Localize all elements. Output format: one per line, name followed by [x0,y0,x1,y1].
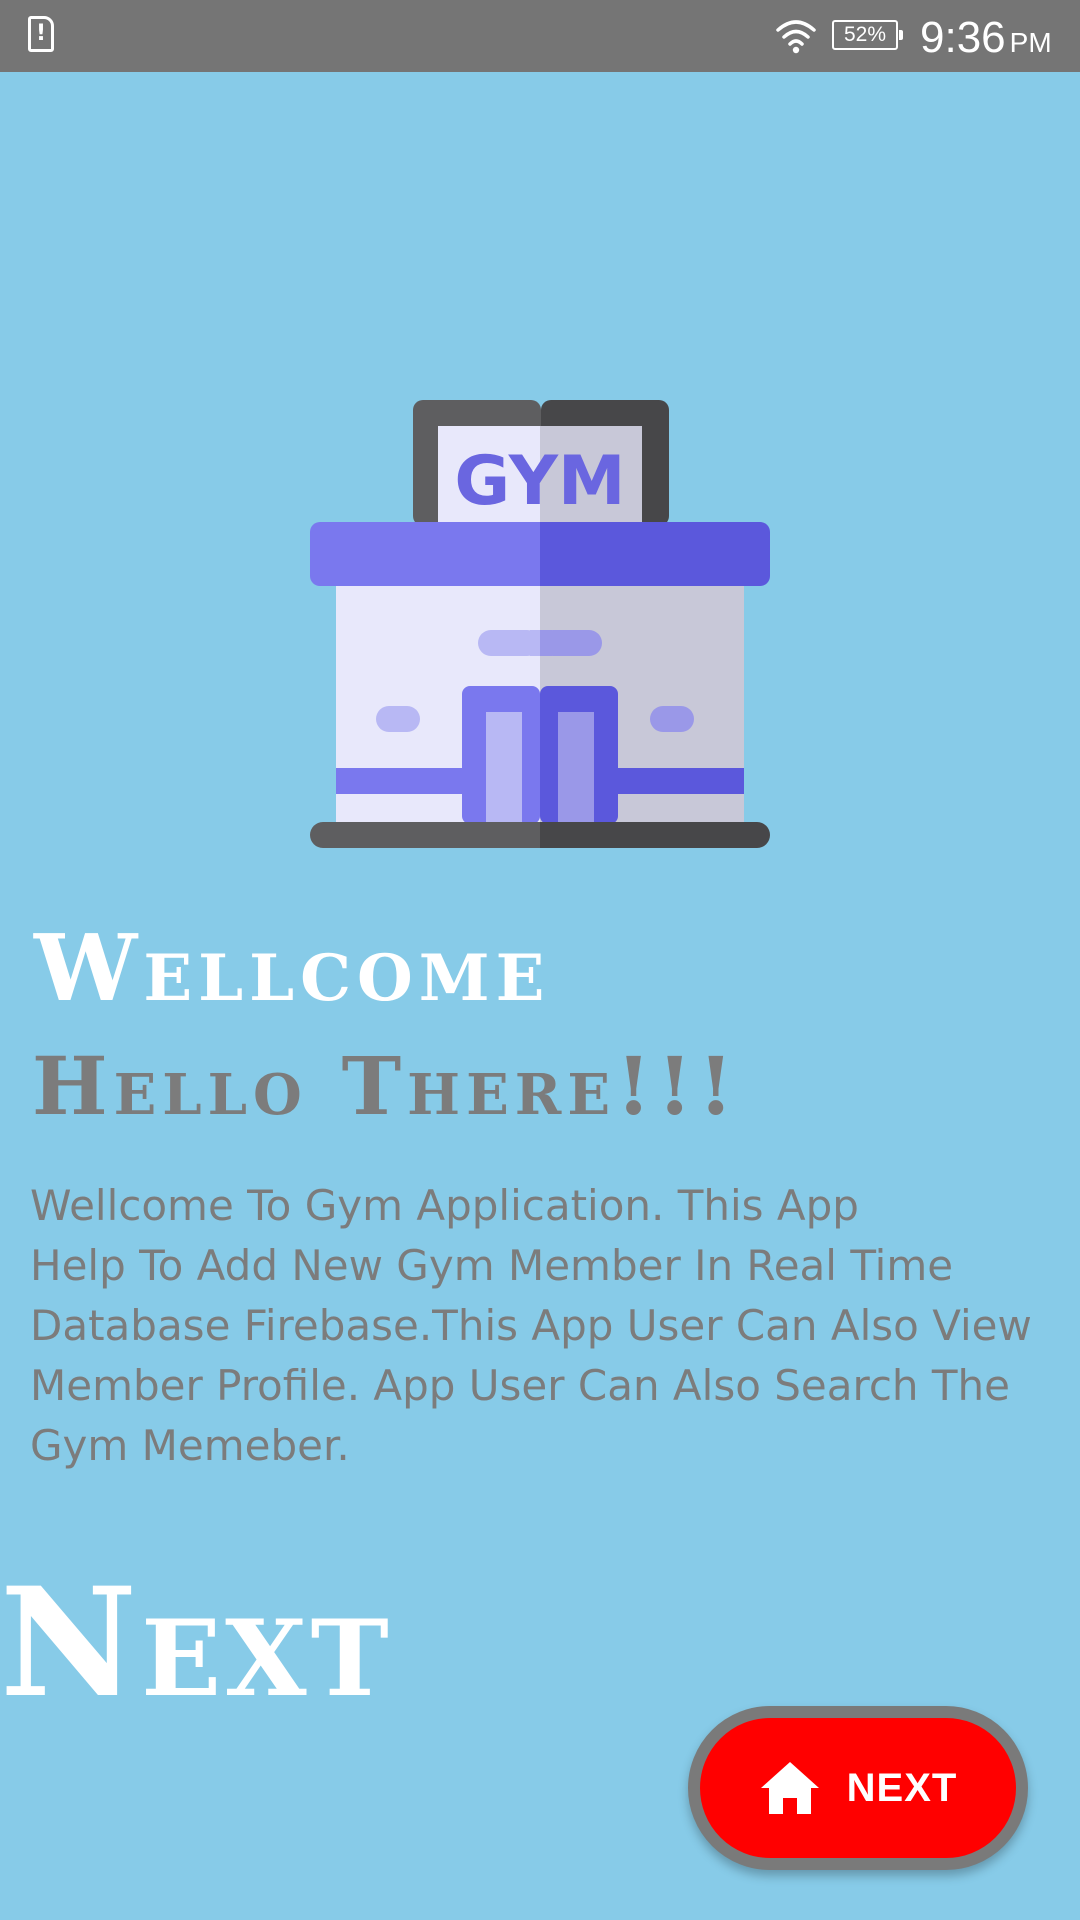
clock-time: 9:36 [920,13,1006,62]
clock-ampm: PM [1009,27,1052,58]
clock: 9:36 PM [920,8,1052,68]
gym-building-icon: GYM [310,400,770,848]
hello-title: Hello There!!! [32,1039,740,1133]
next-button[interactable]: NEXT [688,1706,1028,1870]
battery-level: 52% [843,23,887,46]
next-heading: Next [0,1555,393,1731]
welcome-title: Wellcome [34,914,551,1022]
sim-alert-icon: ! [28,16,54,52]
next-button-label: NEXT [846,1765,958,1810]
app-description: Wellcome To Gym Application. This App He… [30,1181,1032,1470]
gym-sign-text: GYM [454,442,625,521]
status-bar: ! 52% 9:36 PM [0,0,1080,72]
wifi-icon [776,20,816,54]
battery-indicator: 52% [832,20,903,50]
home-icon [760,1762,819,1814]
